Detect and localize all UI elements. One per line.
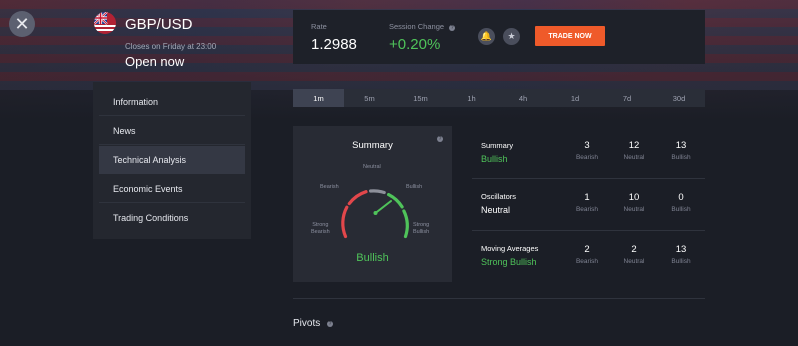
tab-7d[interactable]: 7d [601, 89, 653, 107]
count-label-bullish: Bullish [671, 258, 691, 265]
tab-1m[interactable]: 1m [293, 89, 344, 107]
moving-averages-bearish-count: 2 [584, 244, 590, 255]
row-divider [472, 178, 705, 179]
gauge-label-bullish: Bullish [406, 184, 423, 190]
close-button[interactable]: ✕ [9, 11, 35, 37]
count-label-bearish: Bearish [575, 206, 599, 213]
sidebar-menu: Information News Technical Analysis Econ… [93, 82, 251, 239]
tab-1h[interactable]: 1h [446, 89, 497, 107]
gauge-label-strong-bearish: Strong Bearish [311, 222, 330, 235]
close-icon: ✕ [14, 14, 30, 34]
gauge-label-bearish: Bearish [320, 184, 339, 190]
count-label-bullish: Bullish [671, 206, 691, 213]
pivots-title: Pivots [293, 318, 321, 329]
tab-4h[interactable]: 4h [497, 89, 549, 107]
oscillators-row-label: Oscillators [481, 192, 517, 201]
sidebar-item-information[interactable]: Information [99, 88, 245, 116]
pivots-heading: Pivots ? [293, 318, 334, 329]
count-label-neutral: Neutral [623, 258, 645, 265]
oscillators-row-value: Neutral [481, 205, 511, 215]
summary-bearish-count: 3 [584, 140, 590, 151]
moving-averages-row-value: Strong Bullish [481, 257, 537, 267]
session-change-label-text: Session Change [389, 22, 445, 31]
count-label-bearish: Bearish [575, 258, 599, 265]
summary-bullish-count: 13 [675, 140, 687, 151]
oscillators-bullish-count: 0 [678, 192, 684, 203]
rate-label: Rate [311, 22, 327, 31]
bell-icon: 🔔 [480, 31, 493, 41]
rate-value: 1.2988 [311, 36, 357, 53]
session-change-label: Session Change ? [389, 22, 456, 31]
oscillators-neutral-count: 10 [628, 192, 640, 203]
gauge-label-neutral: Neutral [363, 164, 381, 170]
pivots-info-icon[interactable]: ? [327, 321, 334, 327]
section-divider [293, 298, 705, 299]
summary-row-label: Summary [481, 141, 514, 150]
count-label-bullish: Bullish [671, 154, 691, 161]
notification-bell-button[interactable]: 🔔 [478, 28, 495, 45]
market-hours-text: Closes on Friday at 23:00 [125, 42, 217, 51]
summary-row-value: Bullish [481, 154, 508, 164]
sidebar-item-news[interactable]: News [99, 117, 245, 145]
sidebar-item-economic-events[interactable]: Economic Events [99, 175, 245, 203]
info-icon[interactable]: ? [449, 25, 456, 31]
count-label-bearish: Bearish [575, 154, 599, 161]
sidebar-item-trading-conditions[interactable]: Trading Conditions [99, 204, 245, 232]
row-divider [472, 230, 705, 231]
tab-30d[interactable]: 30d [653, 89, 705, 107]
tab-15m[interactable]: 15m [395, 89, 446, 107]
gauge-label-strong-bullish: Strong Bullish [413, 222, 430, 235]
asset-name: GBP/USD [125, 16, 193, 33]
oscillators-bearish-count: 1 [584, 192, 590, 203]
moving-averages-row-label: Moving Averages [481, 244, 539, 253]
count-label-neutral: Neutral [623, 206, 645, 213]
ticker-panel: Rate 1.2988 Session Change ? +0.20% 🔔 ★ … [293, 10, 705, 64]
gauge-result: Bullish [356, 252, 389, 264]
market-status: Open now [125, 54, 185, 69]
sidebar-item-technical-analysis[interactable]: Technical Analysis [99, 146, 245, 174]
count-label-neutral: Neutral [623, 154, 645, 161]
summary-neutral-count: 12 [628, 140, 640, 151]
moving-averages-bullish-count: 13 [675, 244, 687, 255]
timeframe-tabs: 1m 5m 15m 1h 4h 1d 7d 30d [293, 89, 705, 107]
gauge-needle [374, 200, 392, 214]
trade-now-button[interactable]: TRADE NOW [535, 26, 605, 46]
star-icon: ★ [507, 31, 516, 41]
gbp-usd-flag-icon [94, 12, 116, 34]
favorite-button[interactable]: ★ [503, 28, 520, 45]
session-change-value: +0.20% [389, 36, 441, 53]
summary-gauge-panel: Summary ? Neutral Bearish Bullish Strong… [293, 126, 452, 282]
tab-5m[interactable]: 5m [344, 89, 395, 107]
moving-averages-neutral-count: 2 [631, 244, 637, 255]
tab-1d[interactable]: 1d [549, 89, 601, 107]
